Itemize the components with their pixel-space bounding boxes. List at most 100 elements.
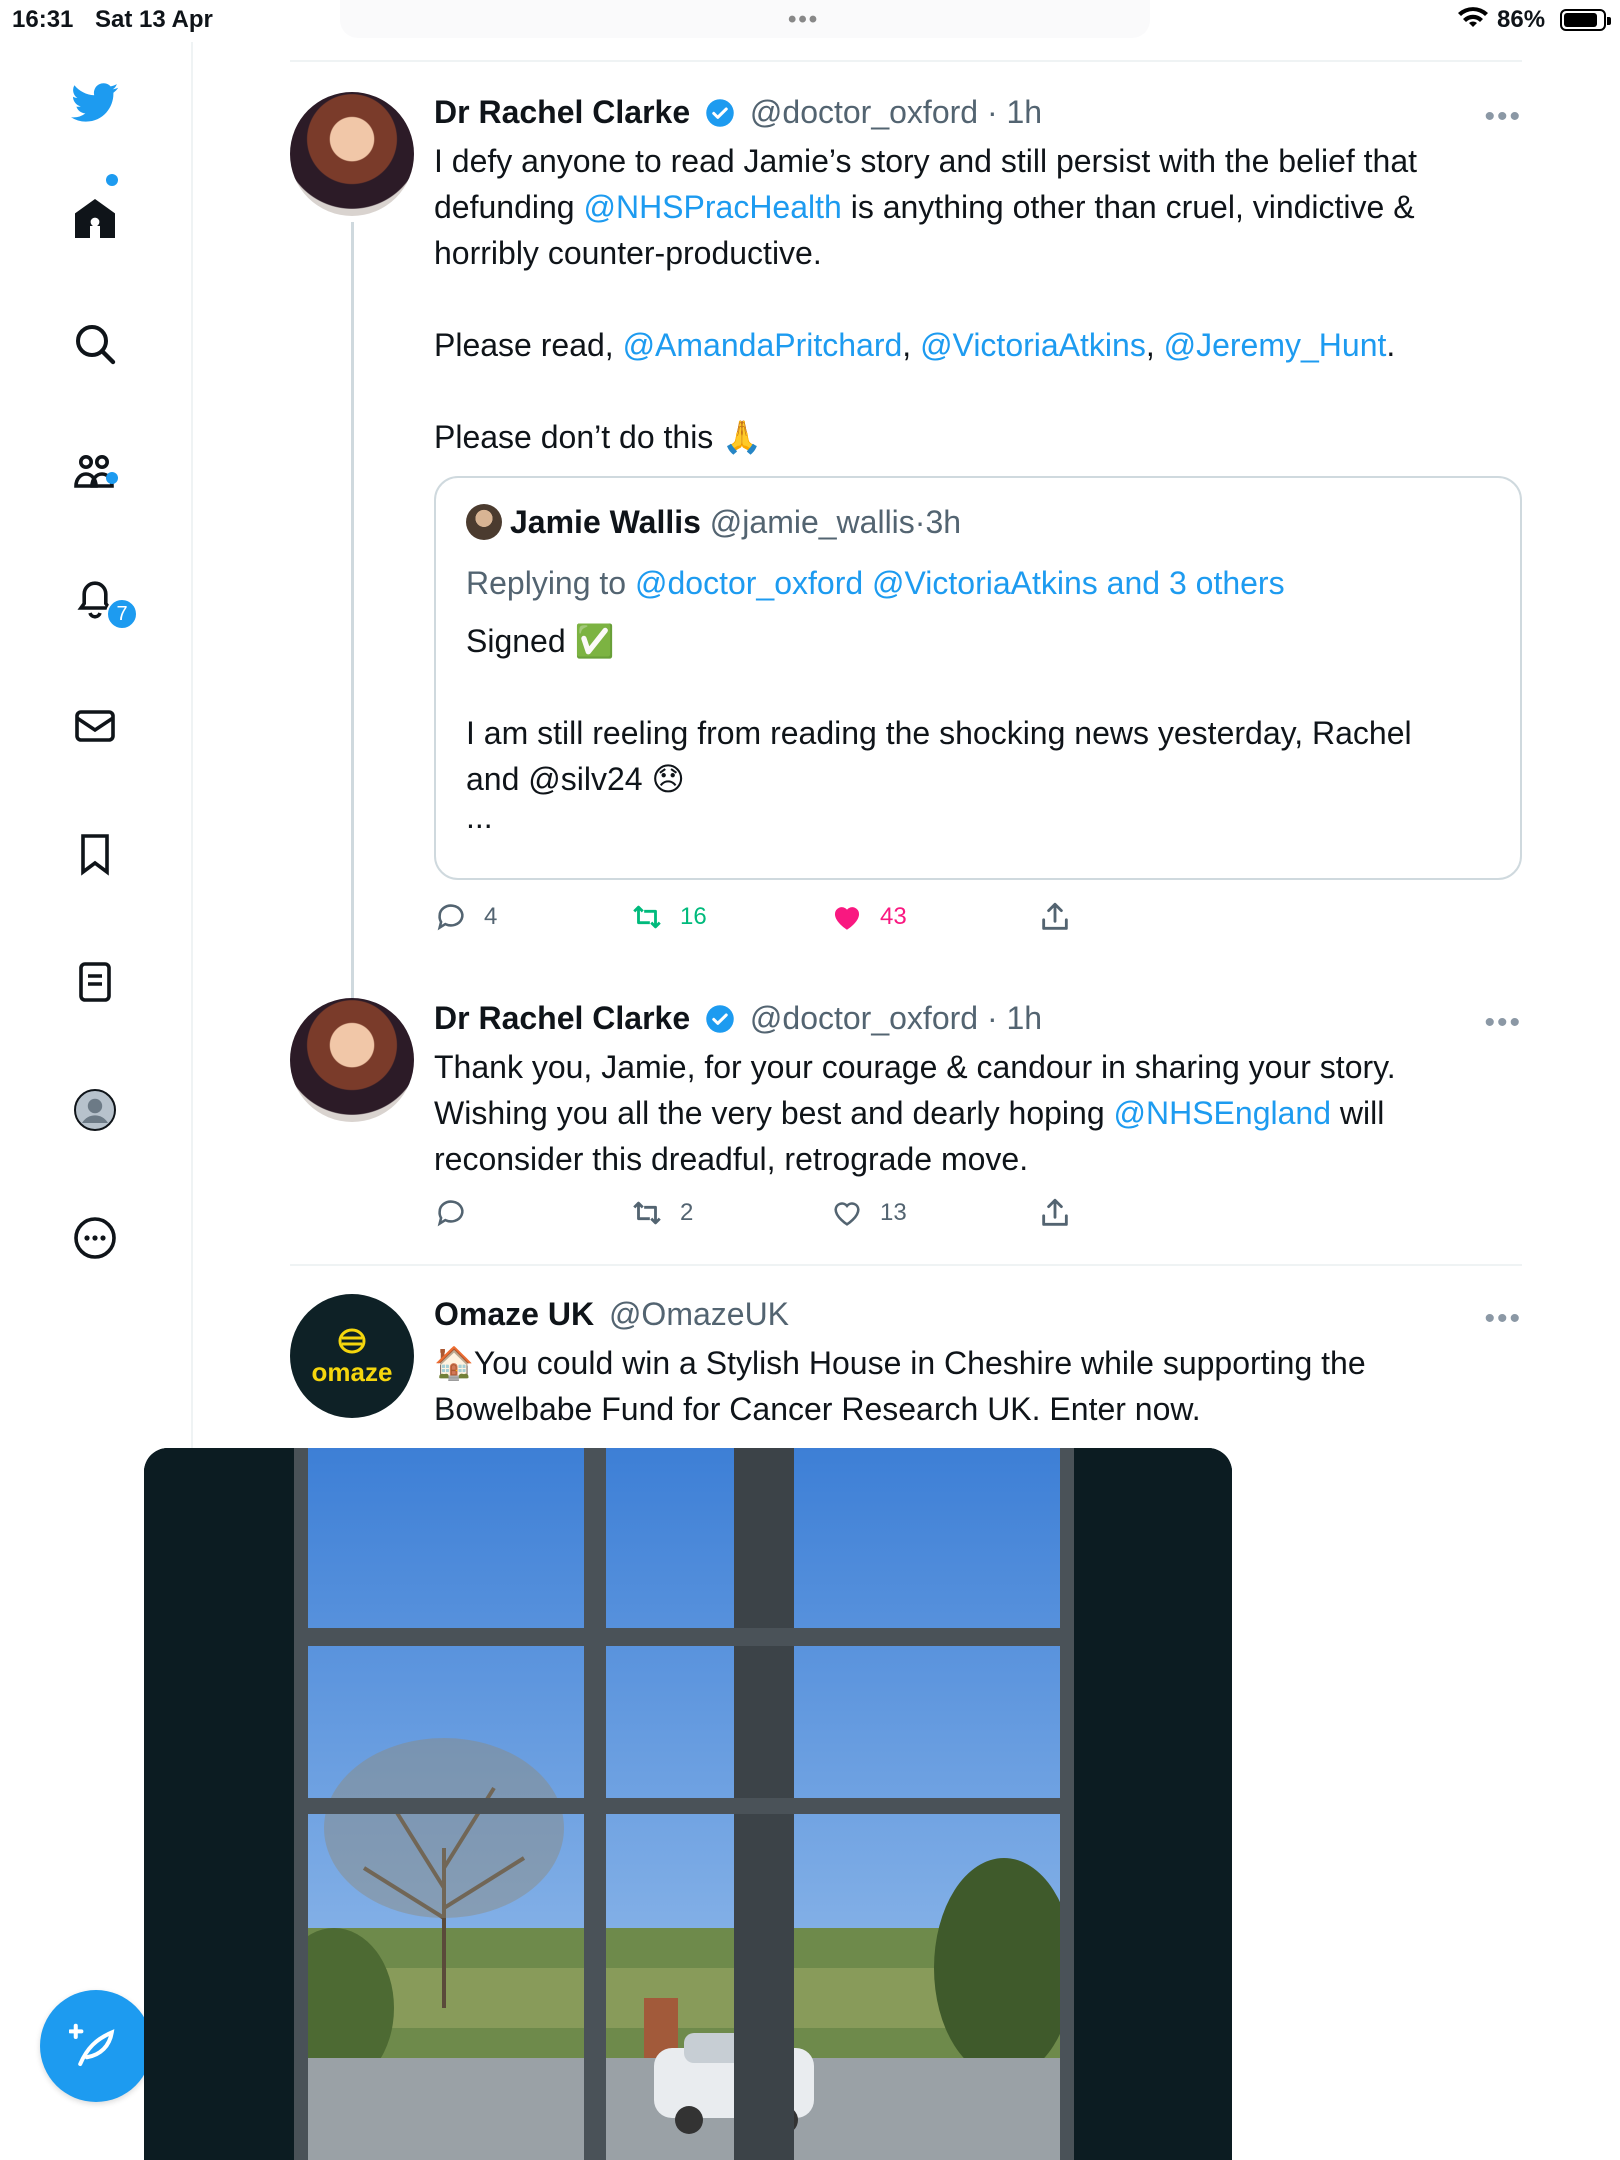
battery-percent: 86%: [1497, 6, 1546, 33]
compose-tweet-button[interactable]: [40, 1990, 152, 2102]
author-name: Jamie Wallis: [510, 504, 701, 540]
omaze-logo-text: omaze: [311, 1357, 393, 1387]
author-name[interactable]: Dr Rachel Clarke: [434, 94, 690, 130]
separator-dot: ·: [914, 504, 926, 540]
tweet-line: Bowelbabe Fund for Cancer Research UK. E…: [434, 1391, 1201, 1427]
tweet-header: Dr Rachel Clarke @doctor_oxford · 1h: [434, 998, 1522, 1038]
like-count: 13: [880, 1199, 907, 1226]
tweet-line: 🏠You could win a Stylish House in Cheshi…: [434, 1345, 1366, 1381]
reply-count: 4: [484, 903, 498, 930]
compose-feather-icon: [69, 2023, 115, 2067]
replying-to: Replying to @doctor_oxford @VictoriaAtki…: [466, 560, 1490, 606]
tweet-time[interactable]: 1h: [1007, 94, 1043, 130]
author-handle[interactable]: @doctor_oxford: [750, 94, 978, 130]
share-icon: [1042, 1198, 1068, 1226]
text-segment: Please read,: [434, 327, 623, 363]
notifications-badge: 7: [106, 598, 138, 630]
status-date: Sat 13 Apr: [95, 6, 213, 33]
search-icon[interactable]: [65, 314, 125, 374]
tweet-header: Dr Rachel Clarke @doctor_oxford · 1h: [434, 92, 1522, 132]
replying-prefix: Replying to: [466, 565, 635, 601]
separator-dot: ·: [986, 1000, 998, 1036]
mention-link[interactable]: @Jeremy_Hunt: [1164, 327, 1387, 363]
tweet-line: defunding @NHSPracHealth is anything oth…: [434, 184, 1522, 230]
twitter-logo-icon[interactable]: [65, 72, 125, 132]
quoted-tweet[interactable]: Jamie Wallis @jamie_wallis·3h Replying t…: [434, 476, 1522, 880]
like-button[interactable]: 13: [830, 1196, 907, 1230]
house-window-photo: [144, 1448, 1232, 2160]
mention-link[interactable]: @VictoriaAtkins: [920, 327, 1146, 363]
quote-ellipsis: ...: [466, 799, 493, 835]
tweet-line: Wishing you all the very best and dearly…: [434, 1090, 1522, 1136]
retweet-button[interactable]: 16: [630, 900, 707, 934]
text-segment: ,: [902, 327, 921, 363]
profile-avatar-icon[interactable]: [65, 1080, 125, 1140]
tweet-time: 3h: [925, 504, 962, 540]
author-handle[interactable]: @doctor_oxford: [750, 1000, 978, 1036]
retweet-icon: [633, 905, 661, 929]
wifi-icon: [1458, 6, 1488, 37]
author-handle[interactable]: @OmazeUK: [609, 1296, 789, 1332]
text-segment: Wishing you all the very best and dearly…: [434, 1095, 1114, 1131]
tweet-more-icon[interactable]: •••: [1484, 100, 1522, 134]
status-time: 16:31: [12, 6, 74, 33]
mention-link[interactable]: @NHSEngland: [1114, 1095, 1331, 1131]
messages-envelope-icon[interactable]: [65, 696, 125, 756]
reply-button[interactable]: 4: [434, 900, 497, 934]
heart-filled-icon: [834, 907, 860, 930]
tweet-more-icon[interactable]: •••: [1484, 1006, 1522, 1040]
retweet-icon: [633, 1201, 661, 1225]
tweet-media-image[interactable]: [144, 1448, 1232, 2160]
bookmarks-icon[interactable]: [65, 824, 125, 884]
author-handle: @jamie_wallis: [709, 504, 915, 540]
share-button[interactable]: [1038, 1196, 1072, 1230]
omaze-logo-icon: [338, 1328, 366, 1354]
reply-icon: [437, 1200, 464, 1227]
home-icon[interactable]: [65, 188, 125, 248]
replying-to-mentions[interactable]: @doctor_oxford @VictoriaAtkins and 3 oth…: [635, 565, 1285, 601]
separator-dot: ·: [986, 94, 998, 130]
lists-icon[interactable]: [65, 952, 125, 1012]
tweet-divider: [290, 1264, 1522, 1266]
text-segment: will: [1330, 1095, 1385, 1131]
retweet-count: 16: [680, 903, 707, 930]
share-icon: [1042, 902, 1068, 930]
avatar[interactable]: omaze: [290, 1294, 414, 1418]
thread-line: [351, 222, 354, 1088]
tweet-line: reconsider this dreadful, retrograde mov…: [434, 1141, 1029, 1177]
quote-line: Signed ✅: [466, 623, 615, 659]
tweet-actions: 2 13: [434, 1196, 1114, 1236]
tweet-more-icon[interactable]: •••: [1484, 1302, 1522, 1336]
share-button[interactable]: [1038, 900, 1072, 934]
multitask-dots-icon[interactable]: •••: [788, 6, 819, 34]
author-name[interactable]: Dr Rachel Clarke: [434, 1000, 690, 1036]
text-segment: defunding: [434, 189, 584, 225]
mention-link[interactable]: @NHSPracHealth: [583, 189, 841, 225]
home-unread-dot: [106, 174, 118, 186]
tweet-text: I defy anyone to read Jamie’s story and …: [434, 138, 1522, 460]
tweet-time[interactable]: 1h: [1007, 1000, 1043, 1036]
verified-badge-icon: [706, 99, 734, 127]
tweet-actions: 4 16 43: [434, 900, 1114, 940]
author-name[interactable]: Omaze UK: [434, 1296, 594, 1332]
tweet-line: Please read, @AmandaPritchard, @Victoria…: [434, 322, 1522, 368]
avatar[interactable]: [290, 998, 414, 1122]
retweet-button[interactable]: 2: [630, 1196, 693, 1230]
tweet-line: Thank you, Jamie, for your courage & can…: [434, 1049, 1396, 1085]
like-button[interactable]: 43: [830, 900, 907, 934]
tweet-line: I defy anyone to read Jamie’s story and …: [434, 143, 1418, 179]
tweet-header: Omaze UK @OmazeUK: [434, 1294, 1522, 1334]
top-bar-blur: [340, 0, 1150, 38]
heart-outline-icon: [834, 1202, 860, 1226]
more-options-icon[interactable]: [65, 1208, 125, 1268]
text-segment: ,: [1145, 327, 1164, 363]
text-segment: .: [1386, 327, 1396, 363]
reply-button[interactable]: [434, 1196, 484, 1230]
status-bar: 16:31 Sat 13 Apr ••• 86%: [0, 0, 1620, 42]
mention-link[interactable]: @AmandaPritchard: [623, 327, 903, 363]
communities-icon[interactable]: [65, 442, 125, 502]
avatar[interactable]: [290, 92, 414, 216]
reply-icon: [437, 904, 464, 931]
